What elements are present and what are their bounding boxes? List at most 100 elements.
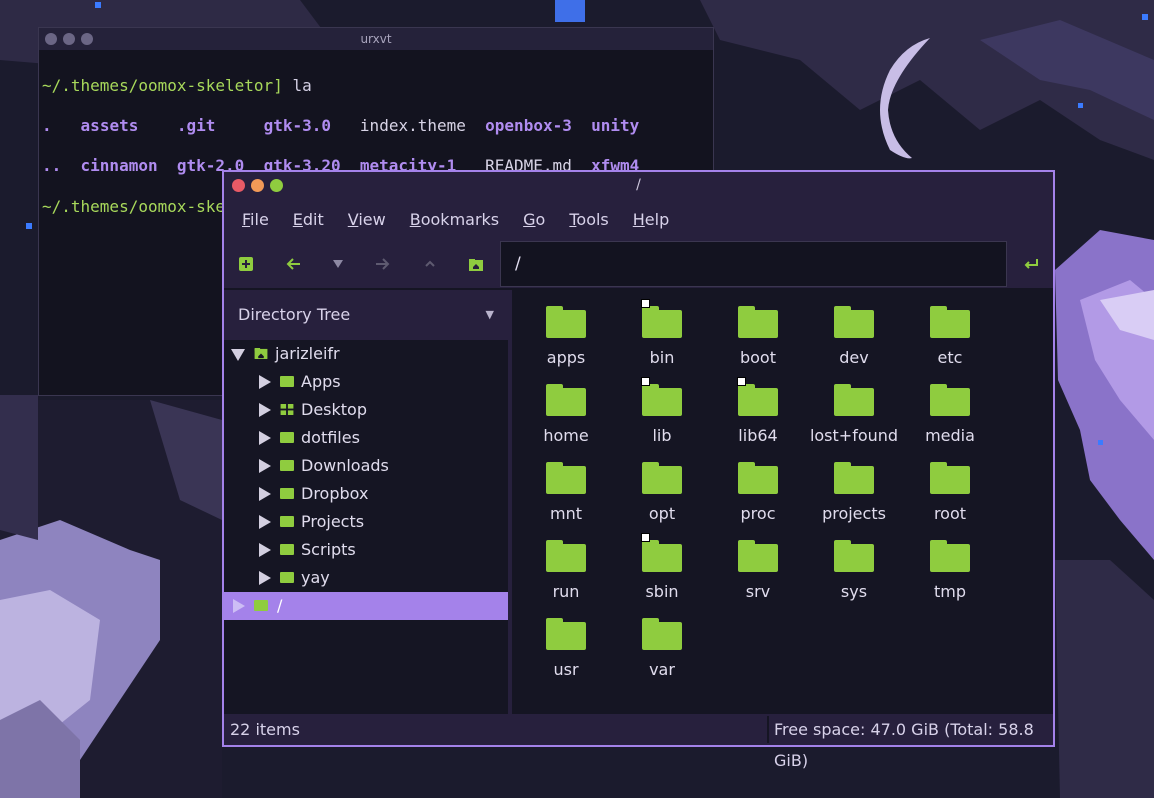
status-bar: 22 items Free space: 47.0 GiB (Total: 58… xyxy=(224,714,1053,770)
maximize-button[interactable] xyxy=(270,179,283,192)
folder-icon xyxy=(738,540,778,572)
menu-help[interactable]: Help xyxy=(621,210,681,229)
file-item[interactable]: lost+found xyxy=(806,368,902,446)
tree-item-downloads[interactable]: Downloads xyxy=(224,452,508,480)
tree-item-dropbox[interactable]: Dropbox xyxy=(224,480,508,508)
tree-item-root[interactable]: / xyxy=(224,592,508,620)
expander-right-icon[interactable] xyxy=(259,459,271,473)
expander-right-icon[interactable] xyxy=(259,487,271,501)
folder-icon xyxy=(738,462,778,494)
menu-mnemonic: B xyxy=(409,209,421,229)
status-divider xyxy=(767,716,769,743)
expander-down-icon[interactable] xyxy=(231,349,245,361)
triangle-down-icon xyxy=(333,260,343,268)
menu-bookmarks[interactable]: Bookmarks xyxy=(398,210,511,229)
file-item[interactable]: mnt xyxy=(518,446,614,524)
tree-item-label: / xyxy=(277,596,283,615)
file-manager-window[interactable]: / File Edit View Bookmarks Go Tools Help… xyxy=(222,170,1055,770)
close-button[interactable] xyxy=(232,179,245,192)
file-item[interactable]: opt xyxy=(614,446,710,524)
tree-item-scripts[interactable]: Scripts xyxy=(224,536,508,564)
menu-file[interactable]: File xyxy=(230,210,281,229)
expander-right-icon[interactable] xyxy=(259,571,271,585)
tree-item-label: Scripts xyxy=(301,540,356,559)
file-item[interactable]: run xyxy=(518,524,614,602)
up-button[interactable] xyxy=(418,252,442,276)
back-button[interactable] xyxy=(282,252,306,276)
file-name: usr xyxy=(553,660,579,679)
terminal-maximize-button[interactable] xyxy=(81,33,93,45)
file-item[interactable]: sbin xyxy=(614,524,710,602)
file-item[interactable]: tmp xyxy=(902,524,998,602)
file-item[interactable]: boot xyxy=(710,290,806,368)
file-item[interactable]: proc xyxy=(710,446,806,524)
file-item[interactable]: lib xyxy=(614,368,710,446)
terminal-close-button[interactable] xyxy=(45,33,57,45)
folder-icon xyxy=(642,618,682,650)
file-item[interactable]: dev xyxy=(806,290,902,368)
folder-icon xyxy=(738,384,778,416)
forward-button[interactable] xyxy=(370,252,394,276)
folder-icon xyxy=(280,516,294,527)
file-item[interactable]: media xyxy=(902,368,998,446)
terminal-titlebar[interactable]: urxvt xyxy=(39,28,713,50)
menu-label: o xyxy=(535,209,546,229)
arrow-left-icon xyxy=(286,258,300,270)
menu-go[interactable]: Go xyxy=(511,210,557,229)
symlink-emblem-icon xyxy=(641,377,650,386)
file-item[interactable]: usr xyxy=(518,602,614,680)
file-item[interactable]: sys xyxy=(806,524,902,602)
folder-icon xyxy=(254,600,268,611)
terminal-minimize-button[interactable] xyxy=(63,33,75,45)
tree-item-desktop[interactable]: Desktop xyxy=(224,396,508,424)
expander-right-icon[interactable] xyxy=(259,403,271,417)
file-name: dev xyxy=(839,348,869,367)
expander-right-icon[interactable] xyxy=(259,375,271,389)
directory-tree[interactable]: jarizleifr Apps Desktop dotfiles Downloa… xyxy=(224,340,508,714)
expander-right-icon[interactable] xyxy=(259,431,271,445)
file-item[interactable]: lib64 xyxy=(710,368,806,446)
tree-item-apps[interactable]: Apps xyxy=(224,368,508,396)
ls-entry: gtk-3.0 xyxy=(263,116,332,135)
folder-icon xyxy=(280,432,294,443)
file-name: sbin xyxy=(645,582,679,601)
tree-item-dotfiles[interactable]: dotfiles xyxy=(224,424,508,452)
status-item-count: 22 items xyxy=(230,720,300,739)
file-item[interactable]: srv xyxy=(710,524,806,602)
menu-tools[interactable]: Tools xyxy=(557,210,620,229)
folder-icon xyxy=(930,384,970,416)
folder-icon xyxy=(546,306,586,338)
file-item[interactable]: bin xyxy=(614,290,710,368)
go-button[interactable] xyxy=(1019,252,1043,276)
file-item[interactable]: root xyxy=(902,446,998,524)
tree-item-yay[interactable]: yay xyxy=(224,564,508,592)
new-tab-button[interactable] xyxy=(234,252,258,276)
tree-item-projects[interactable]: Projects xyxy=(224,508,508,536)
file-manager-titlebar[interactable]: / xyxy=(224,172,1053,198)
file-item[interactable]: projects xyxy=(806,446,902,524)
file-name: root xyxy=(933,504,967,523)
location-bar[interactable]: / xyxy=(500,241,1007,287)
file-item[interactable]: etc xyxy=(902,290,998,368)
tree-item-label: Dropbox xyxy=(301,484,369,503)
expander-right-icon[interactable] xyxy=(259,543,271,557)
file-name: media xyxy=(925,426,975,445)
file-item[interactable]: home xyxy=(518,368,614,446)
expander-right-icon[interactable] xyxy=(259,515,271,529)
menu-edit[interactable]: Edit xyxy=(281,210,336,229)
file-view[interactable]: apps bin boot dev etc home lib lib64 lost+found m… xyxy=(512,290,1053,714)
folder-icon xyxy=(738,306,778,338)
ls-entry: . xyxy=(42,116,52,135)
file-name: boot xyxy=(739,348,776,367)
sidebar-mode-selector[interactable]: Directory Tree ▼ xyxy=(224,290,510,340)
folder-icon xyxy=(546,462,586,494)
minimize-button[interactable] xyxy=(251,179,264,192)
file-item[interactable]: var xyxy=(614,602,710,680)
menu-view[interactable]: View xyxy=(336,210,398,229)
file-item[interactable]: apps xyxy=(518,290,614,368)
expander-right-icon[interactable] xyxy=(233,599,245,613)
window-title: / xyxy=(636,177,641,193)
history-dropdown-button[interactable] xyxy=(326,252,350,276)
home-button[interactable] xyxy=(464,252,488,276)
tree-item-jarizleifr[interactable]: jarizleifr xyxy=(224,340,508,368)
